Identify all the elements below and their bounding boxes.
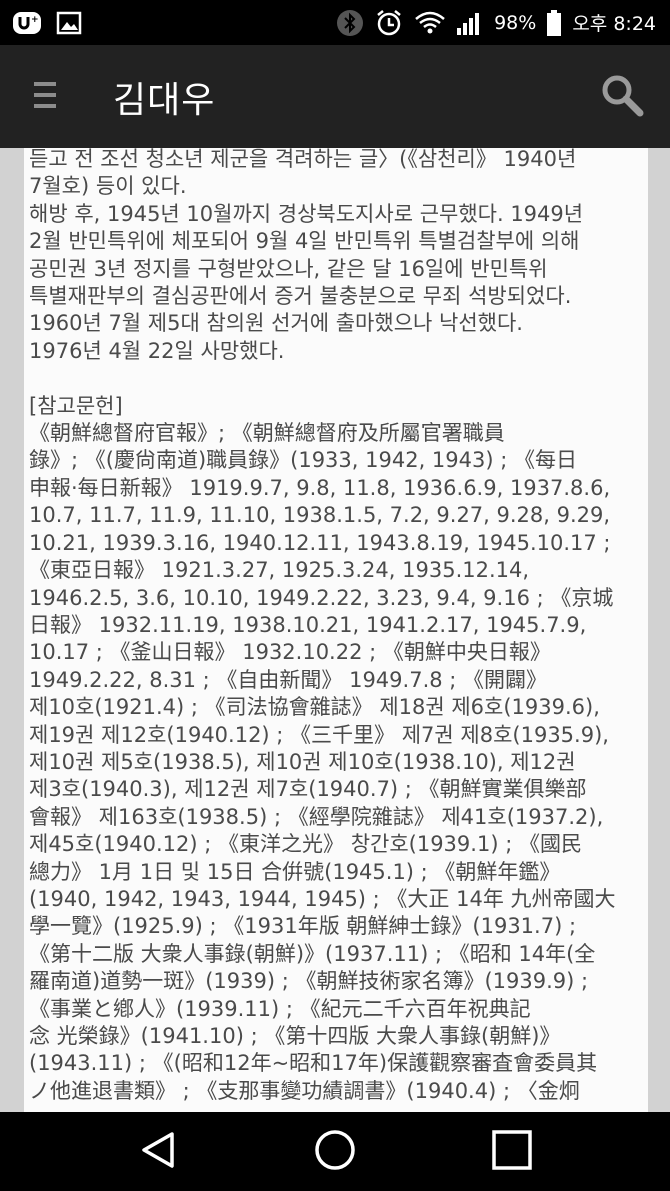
article-line: 《東亞日報》 1921.3.27, 1925.3.24, 1935.12.14,	[29, 558, 530, 583]
article-line: (1943.11) ; 《(昭和12年~昭和17年)保護觀察審査會委員其	[29, 1051, 598, 1076]
back-button[interactable]	[118, 1122, 198, 1182]
article-line: 會報》 제163호(1938.5) ; 《經學院雜誌》 제41호(1937.2)…	[29, 804, 604, 829]
clock-time: 오후 8:24	[572, 13, 656, 35]
article-line: 제10호(1921.4) ; 《司法協會雜誌》 제18권 제6호(1939.6)…	[29, 695, 600, 720]
article-line: 제10권 제5호(1938.5), 제10권 제10호(1938.10), 제1…	[29, 749, 576, 774]
battery-percent: 98%	[494, 11, 537, 34]
menu-button[interactable]	[15, 67, 75, 127]
bluetooth-icon	[336, 9, 364, 37]
page-title: 김대우	[113, 79, 216, 121]
article-line: (1940, 1942, 1943, 1944, 1945) ; 《大正 14年…	[29, 886, 616, 911]
article-line: 1946.2.5, 3.6, 10.10, 1949.2.22, 3.23, 9…	[29, 585, 614, 610]
search-button[interactable]	[596, 71, 648, 123]
article-line: 제19권 제12호(1940.12) ; 《三千里》 제7권 제8호(1935.…	[29, 722, 609, 747]
article-line: 學一覽》(1925.9) ; 《1931年版 朝鮮紳士錄》(1931.7) ;	[29, 914, 577, 939]
article-line: 제3호(1940.3), 제12권 제7호(1940.7) ; 《朝鮮實業俱樂部	[29, 777, 587, 802]
article-line: 《事業と鄕人》(1939.11) ; 《紀元二千六百年祝典記	[29, 996, 531, 1021]
recents-icon	[491, 1129, 533, 1175]
article-line: 10.17 ; 《釜山日報》 1932.10.22 ; 《朝鮮中央日報》	[29, 640, 551, 665]
article-line: 1976년 4월 22일 사망했다.	[29, 338, 285, 363]
article-line: 念 光榮錄》(1941.10) ; 《第十四版 大衆人事錄(朝鮮)》	[29, 1024, 561, 1048]
navigation-bar	[0, 1112, 670, 1191]
search-icon	[600, 73, 644, 121]
app-bar: 김대우	[0, 45, 670, 148]
article-line: 2월 반민특위에 체포되어 9월 4일 반민특위 특별검찰부에 의해	[29, 229, 580, 254]
article-line: 해방 후, 1945년 10월까지 경상북도지사로 근무했다. 1949년	[29, 201, 584, 226]
article-line	[29, 365, 648, 392]
article-panel[interactable]: 듣고 전 조선 청소년 제군을 격려하는 글〉(《삼천리》 1940년 7월호) …	[24, 148, 648, 1112]
home-button[interactable]	[295, 1122, 375, 1182]
article-line: 제45호(1940.12) ; 《東洋之光》 창간호(1939.1) ; 《國民	[29, 832, 582, 857]
article-line: 특별재판부의 결심공판에서 증거 불충분으로 무죄 석방되었다.	[29, 284, 572, 309]
home-icon	[313, 1128, 357, 1176]
article-line: 《朝鮮總督府官報》; 《朝鮮總督府及所屬官署職員	[29, 421, 505, 446]
u-plus-logo-icon: +	[12, 10, 42, 36]
article-line: 申報·每日新報》 1919.9.7, 9.8, 11.8, 1936.6.9, …	[29, 475, 611, 500]
article-line: 錄》; 《(慶尙南道)職員錄》(1933, 1942, 1943) ; 《每日	[29, 448, 577, 473]
article-line: [참고문헌]	[29, 393, 123, 418]
hamburger-menu-icon	[34, 80, 56, 114]
article-line: 10.21, 1939.3.16, 1940.12.11, 1943.8.19,…	[29, 530, 611, 555]
article-body: 듣고 전 조선 청소년 제군을 격려하는 글〉(《삼천리》 1940년 7월호) …	[29, 148, 648, 1105]
svg-text:+: +	[31, 15, 39, 25]
article-line: ノ他進退書類》 ; 《支那事變功績調書》(1940.4) ; 〈金炯	[29, 1078, 580, 1103]
article-line: 日報》 1932.11.19, 1938.10.21, 1941.2.17, 1…	[29, 612, 587, 637]
alarm-icon	[374, 8, 404, 38]
article-line: 10.7, 11.7, 11.9, 11.10, 1938.1.5, 7.2, …	[29, 503, 611, 528]
article-line: 듣고 전 조선 청소년 제군을 격려하는 글〉(《삼천리》 1940년	[29, 148, 577, 171]
back-icon	[138, 1130, 178, 1174]
article-line: 7월호) 등이 있다.	[29, 174, 187, 199]
article-line: 1960년 7월 제5대 참의원 선거에 출마했으나 낙선했다.	[29, 311, 523, 336]
article-line: 《第十二版 大衆人事錄(朝鮮)》(1937.11) ; 《昭和 14年(全	[29, 941, 596, 966]
wifi-icon	[414, 10, 446, 36]
signal-icon	[456, 10, 484, 36]
article-line: 總力》 1月 1日 및 15日 合倂號(1945.1) ; 《朝鮮年鑑》	[29, 859, 561, 884]
battery-icon	[546, 9, 562, 37]
image-notification-icon	[56, 11, 82, 35]
article-line: 공민권 3년 정지를 구형받았으나, 같은 달 16일에 반민특위	[29, 256, 548, 281]
recents-button[interactable]	[472, 1122, 552, 1182]
article-line: 羅南道)道勢一斑》(1939) ; 《朝鮮技術家名簿》(1939.9) ;	[29, 969, 589, 994]
article-line: 1949.2.22, 8.31 ; 《自由新聞》 1949.7.8 ; 《開闢》	[29, 667, 548, 692]
status-bar: + 98% 오후 8:24	[0, 0, 670, 45]
